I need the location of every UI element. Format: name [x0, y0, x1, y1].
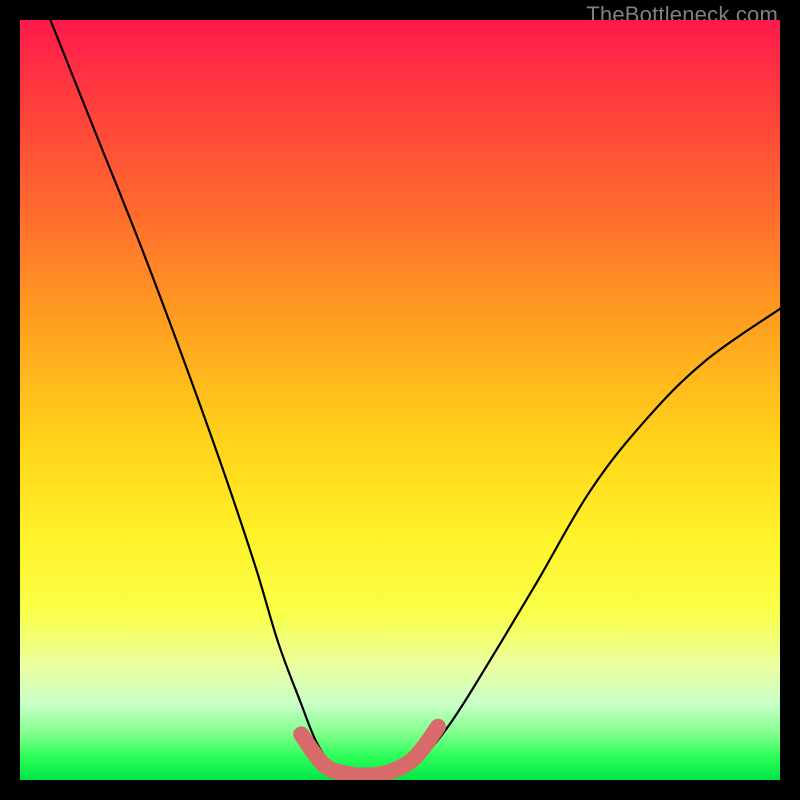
bottleneck-curve	[50, 20, 780, 777]
curve-svg	[20, 20, 780, 780]
optimal-band	[301, 727, 438, 776]
chart-frame: TheBottleneck.com	[0, 0, 800, 800]
plot-area	[20, 20, 780, 780]
